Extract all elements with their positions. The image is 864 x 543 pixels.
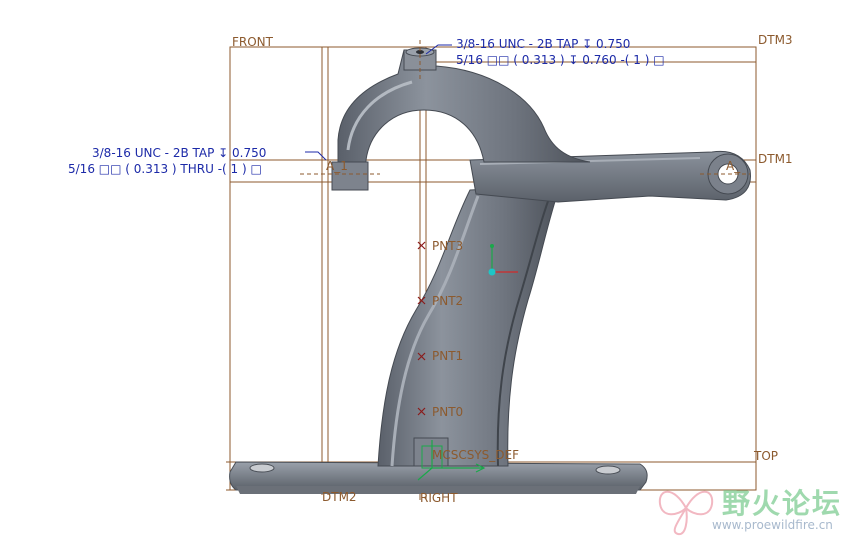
- base-hole-left: [249, 463, 275, 473]
- pnt3-marker-icon[interactable]: [417, 241, 426, 250]
- datum-label-right[interactable]: RIGHT: [420, 492, 458, 504]
- watermark-url: www.proewildfire.cn: [712, 518, 833, 532]
- point-label-pnt1[interactable]: PNT1: [432, 350, 463, 362]
- model-viewport[interactable]: FRONT DTM3 DTM1 DTM2 TOP RIGHT A_1 A_ PN…: [0, 0, 864, 543]
- watermark: 野火论坛 www.proewildfire.cn: [656, 478, 856, 538]
- watermark-title: 野火论坛: [722, 487, 843, 520]
- point-label-pnt3[interactable]: PNT3: [432, 240, 463, 252]
- base-hole-right: [595, 465, 621, 475]
- hole-note-top-line2[interactable]: 5/16 □□ ( 0.313 ) ↧ 0.760 -( 1 ) □: [456, 54, 665, 66]
- datum-label-top[interactable]: TOP: [754, 450, 778, 462]
- hole-note-left-line1[interactable]: 3/8-16 UNC - 2B TAP ↧ 0.750: [92, 147, 266, 159]
- csys-label[interactable]: MCSCSYS_DEF: [432, 449, 519, 461]
- point-label-pnt2[interactable]: PNT2: [432, 295, 463, 307]
- hole-note-top-line1[interactable]: 3/8-16 UNC - 2B TAP ↧ 0.750: [456, 38, 630, 50]
- axis-label-a-right[interactable]: A_: [726, 160, 740, 172]
- datum-label-dtm3[interactable]: DTM3: [758, 34, 793, 46]
- butterfly-logo-icon: [658, 490, 714, 536]
- column[interactable]: [377, 185, 561, 467]
- datum-label-dtm2[interactable]: DTM2: [322, 491, 357, 503]
- datum-label-dtm1[interactable]: DTM1: [758, 153, 793, 165]
- point-label-pnt0[interactable]: PNT0: [432, 406, 463, 418]
- datum-label-front[interactable]: FRONT: [232, 36, 273, 48]
- axis-label-a1[interactable]: A_1: [326, 160, 348, 172]
- hole-note-left-line2[interactable]: 5/16 □□ ( 0.313 ) THRU -( 1 ) □: [68, 163, 262, 175]
